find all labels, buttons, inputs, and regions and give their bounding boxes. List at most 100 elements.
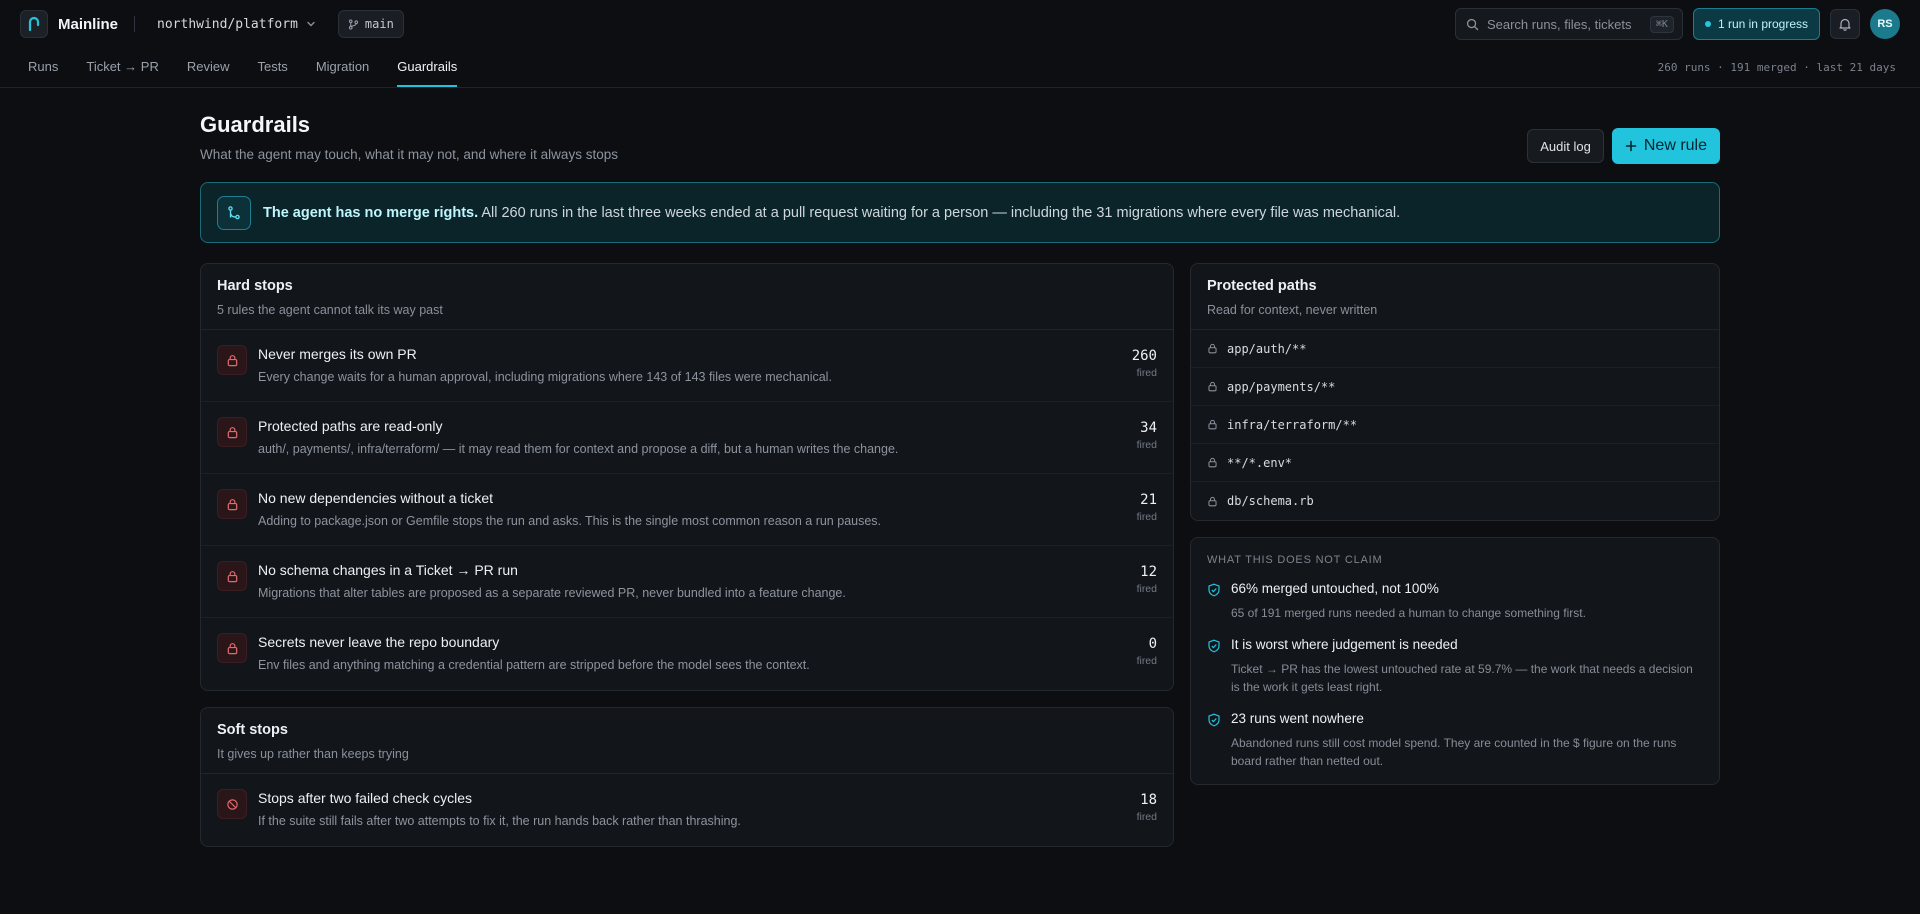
- soft-stops-card: Soft stops It gives up rather than keeps…: [200, 707, 1174, 847]
- claim-item: 23 runs went nowhere Abandoned runs stil…: [1207, 711, 1703, 770]
- claim-title: It is worst where judgement is needed: [1231, 637, 1458, 652]
- new-rule-label: New rule: [1643, 137, 1707, 154]
- protected-path: app/payments/**: [1227, 379, 1336, 394]
- search-box[interactable]: Search runs, files, tickets ⌘K: [1454, 8, 1683, 40]
- repo-name: northwind/platform: [157, 16, 298, 32]
- protected-paths-card: Protected paths Read for context, never …: [1190, 263, 1720, 521]
- rule-row[interactable]: Never merges its own PR Every change wai…: [201, 330, 1173, 402]
- rule-fired-count: 12: [1140, 564, 1157, 580]
- user-avatar[interactable]: RS: [1870, 9, 1900, 39]
- plus-icon: [1625, 140, 1637, 152]
- notifications-button[interactable]: [1830, 9, 1860, 39]
- tab-migration[interactable]: Migration: [316, 48, 369, 87]
- divider: [134, 16, 136, 32]
- claim-item: 66% merged untouched, not 100% 65 of 191…: [1207, 581, 1703, 622]
- rule-fired-count: 34: [1140, 420, 1157, 436]
- rule-row[interactable]: Protected paths are read-only auth/, pay…: [201, 402, 1173, 474]
- rule-row[interactable]: No schema changes in a Ticket → PR run M…: [201, 546, 1173, 618]
- rule-description: auth/, payments/, infra/terraform/ — it …: [258, 442, 899, 456]
- rule-fired-label: fired: [1136, 811, 1157, 823]
- lock-icon: [1208, 381, 1217, 392]
- claim-item: It is worst where judgement is needed Ti…: [1207, 637, 1703, 696]
- rule-description: If the suite still fails after two attem…: [258, 814, 741, 828]
- merge-rights-banner: The agent has no merge rights. All 260 r…: [200, 182, 1720, 243]
- rule-row[interactable]: No new dependencies without a ticket Add…: [201, 474, 1173, 546]
- new-rule-button[interactable]: New rule: [1611, 128, 1720, 164]
- tab-guardrails[interactable]: Guardrails: [397, 48, 458, 87]
- tab-tests[interactable]: Tests: [257, 48, 287, 87]
- rule-fired-label: fired: [1136, 655, 1157, 667]
- main-nav: Runs Ticket → PR Review Tests Migration …: [0, 48, 1920, 88]
- protected-paths-subtitle: Read for context, never written: [1207, 303, 1378, 317]
- rule-fired-count: 18: [1140, 792, 1157, 808]
- page-subtitle: What the agent may touch, what it may no…: [200, 147, 618, 162]
- hard-stops-title: Hard stops: [217, 278, 293, 294]
- page-title: Guardrails: [200, 112, 311, 137]
- banner-strong: The agent has no merge rights.: [263, 204, 479, 221]
- app-logo[interactable]: [20, 10, 48, 38]
- banner-text: The agent has no merge rights. All 260 r…: [263, 205, 1400, 221]
- branch-name: main: [364, 17, 394, 31]
- rule-title: Stops after two failed check cycles: [258, 790, 472, 806]
- rule-fired-count: 0: [1148, 636, 1157, 652]
- lock-icon: [1208, 496, 1217, 506]
- shield-check-icon: [1208, 639, 1220, 653]
- hard-stops-subtitle: 5 rules the agent cannot talk its way pa…: [217, 303, 443, 317]
- bell-icon: [1839, 18, 1851, 31]
- protected-path-item[interactable]: app/payments/**: [1191, 368, 1719, 406]
- protected-path-item[interactable]: app/auth/**: [1191, 330, 1719, 368]
- search-input[interactable]: Search runs, files, tickets: [1487, 17, 1632, 32]
- runs-in-progress-label: 1 run in progress: [1717, 17, 1808, 31]
- search-icon: [1466, 18, 1479, 30]
- claim-description: Ticket → PR has the lowest untouched rat…: [1231, 662, 1693, 694]
- rule-fired-label: fired: [1136, 511, 1157, 523]
- shield-check-icon: [1208, 713, 1220, 727]
- claim-description: Abandoned runs still cost model spend. T…: [1231, 736, 1677, 768]
- lock-icon: [1208, 343, 1217, 354]
- lock-icon: [1208, 419, 1217, 430]
- protected-path: infra/terraform/**: [1227, 417, 1358, 432]
- protected-path-item[interactable]: db/schema.rb: [1191, 482, 1719, 520]
- rule-fired-count: 260: [1131, 348, 1157, 364]
- rule-fired-label: fired: [1136, 583, 1157, 595]
- runs-in-progress-button[interactable]: 1 run in progress: [1692, 8, 1820, 40]
- soft-stops-title: Soft stops: [217, 722, 288, 738]
- claims-heading: WHAT THIS DOES NOT CLAIM: [1207, 554, 1383, 566]
- lock-icon: [217, 633, 247, 663]
- tab-ticket-pr[interactable]: Ticket → PR: [86, 48, 158, 87]
- lock-icon: [217, 417, 247, 447]
- protected-path-item[interactable]: **/*.env*: [1191, 444, 1719, 482]
- app-name: Mainline: [58, 15, 119, 33]
- repo-selector[interactable]: northwind/platform: [157, 17, 316, 32]
- protected-path-item[interactable]: infra/terraform/**: [1191, 406, 1719, 444]
- lock-icon: [217, 345, 247, 375]
- claims-card: WHAT THIS DOES NOT CLAIM 66% merged unto…: [1190, 537, 1720, 785]
- protected-path: **/*.env*: [1227, 455, 1293, 470]
- search-shortcut: ⌘K: [1649, 15, 1674, 33]
- claim-title: 23 runs went nowhere: [1231, 711, 1364, 726]
- tab-review[interactable]: Review: [187, 48, 230, 87]
- claim-description: 65 of 191 merged runs needed a human to …: [1231, 606, 1586, 620]
- branch-selector[interactable]: main: [337, 10, 404, 38]
- tab-runs[interactable]: Runs: [28, 48, 58, 87]
- rule-description: Migrations that alter tables are propose…: [258, 586, 846, 600]
- protected-path: app/auth/**: [1227, 341, 1307, 356]
- no-entry-icon: [217, 789, 247, 819]
- logo-icon: [28, 16, 40, 32]
- top-bar: Mainline northwind/platform main Search …: [0, 0, 1920, 48]
- rule-row[interactable]: Secrets never leave the repo boundary En…: [201, 618, 1173, 690]
- rule-fired-label: fired: [1136, 439, 1157, 451]
- lock-icon: [217, 561, 247, 591]
- page-content: Guardrails What the agent may touch, wha…: [200, 88, 1720, 847]
- rule-fired-label: fired: [1136, 367, 1157, 379]
- rule-title: No new dependencies without a ticket: [258, 490, 494, 506]
- lock-icon: [1208, 457, 1217, 468]
- rule-fired-count: 21: [1140, 492, 1157, 508]
- rule-title: No schema changes in a Ticket → PR run: [258, 562, 518, 578]
- status-dot-icon: [1704, 21, 1711, 27]
- audit-log-button[interactable]: Audit log: [1527, 129, 1604, 163]
- rule-row[interactable]: Stops after two failed check cycles If t…: [201, 774, 1173, 846]
- git-merge-icon: [217, 195, 251, 230]
- protected-path: db/schema.rb: [1227, 494, 1314, 508]
- rule-description: Env files and anything matching a creden…: [258, 658, 810, 672]
